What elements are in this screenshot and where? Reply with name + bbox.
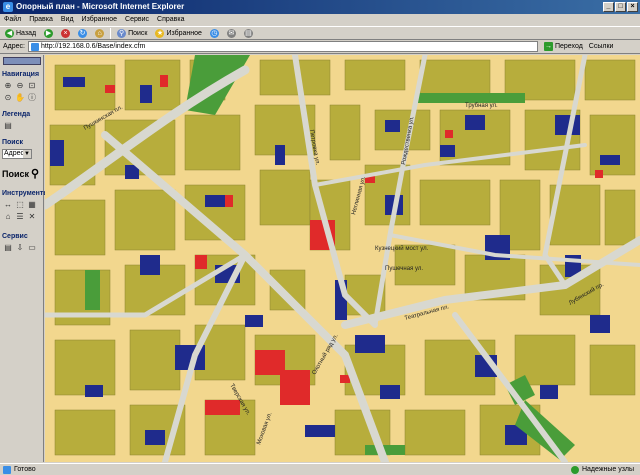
- home-button[interactable]: ⌂: [93, 27, 106, 39]
- sidebar: Навигация ⊕ ⊖ ⊡ ⊙ ✋ ⓘ Легенда ▤ Поиск Ад…: [0, 55, 49, 462]
- favorites-button[interactable]: ★ Избранное: [153, 27, 203, 39]
- search-icon: ⚲: [117, 28, 127, 38]
- chevron-down-icon: ▼: [23, 150, 31, 158]
- sidebar-search-button[interactable]: Поиск ⚲: [2, 167, 39, 180]
- security-zone: Надежные узлы: [570, 465, 640, 474]
- services-heading: Сервис: [2, 233, 28, 240]
- menu-help[interactable]: Справка: [157, 14, 184, 26]
- mail-icon: ✉: [226, 28, 236, 38]
- select-icon[interactable]: ⬚: [15, 200, 25, 210]
- layers-icon[interactable]: ☰: [15, 212, 25, 222]
- street-label: Пушечная ул.: [385, 266, 423, 272]
- address-label: Адрес:: [3, 43, 25, 50]
- menu-edit[interactable]: Правка: [29, 14, 53, 26]
- stop-button[interactable]: ×: [59, 27, 72, 39]
- menu-bar: Файл Правка Вид Избранное Сервис Справка: [0, 14, 640, 26]
- zone-icon: [570, 465, 579, 474]
- history-button[interactable]: ◷: [208, 27, 221, 39]
- printer-icon: ▤: [243, 28, 253, 38]
- export-icon[interactable]: ⇩: [15, 243, 25, 253]
- window-title: Опорный план - Microsoft Internet Explor…: [16, 2, 185, 11]
- refresh-button[interactable]: ↻: [76, 27, 89, 39]
- stop-icon: ×: [61, 28, 71, 38]
- info-icon[interactable]: ⓘ: [27, 93, 37, 103]
- zoom-out-icon[interactable]: ⊖: [15, 81, 25, 91]
- home-icon: ⌂: [95, 28, 105, 38]
- menu-favorites[interactable]: Избранное: [82, 14, 117, 26]
- menu-tools[interactable]: Сервис: [125, 14, 149, 26]
- toolbar-separator: [110, 27, 112, 39]
- street-label: Кузнецкий мост ул.: [375, 245, 429, 252]
- clear-icon[interactable]: ✕: [27, 212, 37, 222]
- window-icon[interactable]: ▭: [27, 243, 37, 253]
- legend-heading: Легенда: [2, 111, 31, 118]
- address-bar: Адрес: http://192.168.0.6/Base/index.cfm…: [0, 40, 640, 54]
- tools-icons: ↔ ⬚ ▦ ⌂ ☰ ✕: [3, 200, 37, 222]
- history-icon: ◷: [209, 28, 219, 38]
- refresh-icon: ↻: [78, 28, 88, 38]
- go-button[interactable]: → Переход: [541, 41, 586, 53]
- zoom-all-icon[interactable]: ⊙: [3, 93, 13, 103]
- print-service-icon[interactable]: ▤: [3, 243, 13, 253]
- back-arrow-icon: ◀: [5, 28, 14, 38]
- minimize-button[interactable]: _: [603, 2, 614, 12]
- forward-arrow-icon: ▶: [44, 28, 54, 38]
- tools-heading: Инструменты: [2, 190, 50, 197]
- map-view[interactable]: Пушкинская пл. Тверская ул. Кузнецкий мо…: [45, 55, 640, 462]
- print-map-icon[interactable]: ▦: [27, 200, 37, 210]
- menu-view[interactable]: Вид: [61, 14, 74, 26]
- links-label[interactable]: Ссылки: [589, 43, 614, 50]
- pan-hand-icon[interactable]: ✋: [15, 93, 25, 103]
- title-bar: e Опорный план - Microsoft Internet Expl…: [0, 0, 640, 14]
- navigation-tools: ⊕ ⊖ ⊡ ⊙ ✋ ⓘ: [3, 81, 37, 103]
- go-arrow-icon: →: [543, 42, 553, 51]
- maximize-button[interactable]: □: [615, 2, 626, 12]
- back-button[interactable]: ◀ Назад: [3, 27, 38, 39]
- map-canvas[interactable]: Пушкинская пл. Тверская ул. Кузнецкий мо…: [45, 55, 640, 462]
- close-button[interactable]: ×: [627, 2, 638, 12]
- street-label: Трубная ул.: [465, 103, 498, 109]
- search-button[interactable]: ⚲ Поиск: [115, 27, 149, 39]
- zoom-in-icon[interactable]: ⊕: [3, 81, 13, 91]
- page-icon: [30, 43, 39, 51]
- zoom-window-icon[interactable]: ⊡: [27, 81, 37, 91]
- ie-icon: e: [3, 2, 13, 12]
- toolbar: ◀ Назад ▶ × ↻ ⌂ ⚲ Поиск ★ Избранное ◷ ✉ …: [0, 26, 640, 40]
- search-heading: Поиск: [2, 139, 24, 146]
- navigation-heading: Навигация: [2, 71, 40, 78]
- search-type-select[interactable]: Адрес ▼: [2, 149, 32, 159]
- mail-button[interactable]: ✉: [225, 27, 238, 39]
- page-status-icon: [3, 465, 11, 474]
- status-bar: Готово Надежные узлы: [0, 463, 640, 475]
- menu-file[interactable]: Файл: [4, 14, 21, 26]
- address-input[interactable]: http://192.168.0.6/Base/index.cfm: [27, 41, 538, 52]
- status-text: Готово: [14, 466, 36, 473]
- measure-icon[interactable]: ↔: [3, 200, 13, 210]
- legend-icon[interactable]: ▤: [3, 121, 13, 131]
- print-button[interactable]: ▤: [242, 27, 255, 39]
- building-icon[interactable]: ⌂: [3, 212, 13, 222]
- forward-button[interactable]: ▶: [42, 27, 55, 39]
- window-controls: _ □ ×: [603, 2, 638, 12]
- magnifier-icon: ⚲: [31, 168, 40, 180]
- star-icon: ★: [155, 28, 165, 38]
- nav-back-bar[interactable]: [3, 57, 41, 65]
- services-icons: ▤ ⇩ ▭: [3, 243, 37, 253]
